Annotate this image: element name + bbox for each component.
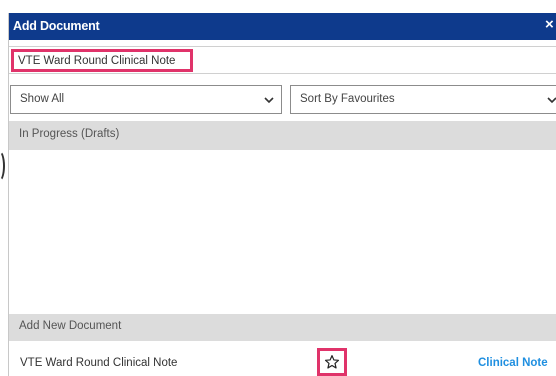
show-filter-select[interactable]: Show All — [10, 85, 282, 114]
document-search-input[interactable] — [11, 49, 193, 72]
document-row[interactable]: VTE Ward Round Clinical Note Clinical No… — [9, 347, 556, 376]
dialog-title: Add Document — [13, 19, 100, 33]
drafts-list — [9, 150, 556, 314]
chevron-down-icon — [547, 97, 556, 104]
add-new-label: Add New Document — [19, 320, 122, 332]
dialog-titlebar: Add Document × — [9, 13, 556, 40]
chevron-down-icon — [264, 97, 274, 104]
search-bar — [9, 46, 556, 74]
sort-filter-value: Sort By Favourites — [300, 93, 395, 105]
close-icon[interactable]: × — [545, 16, 556, 33]
document-type-link[interactable]: Clinical Note — [478, 357, 548, 369]
in-progress-section-header: In Progress (Drafts) — [9, 121, 556, 150]
offscreen-edge-marker — [0, 150, 5, 182]
add-new-section-header: Add New Document — [9, 314, 556, 341]
sort-filter-select[interactable]: Sort By Favourites — [290, 85, 556, 114]
star-outline-icon — [324, 355, 340, 369]
show-filter-value: Show All — [20, 93, 65, 105]
favourite-toggle-button[interactable] — [317, 348, 347, 376]
add-document-dialog: Add Document × Show All Sort By Favourit… — [8, 13, 556, 376]
document-name: VTE Ward Round Clinical Note — [20, 357, 178, 369]
in-progress-label: In Progress (Drafts) — [19, 128, 120, 140]
